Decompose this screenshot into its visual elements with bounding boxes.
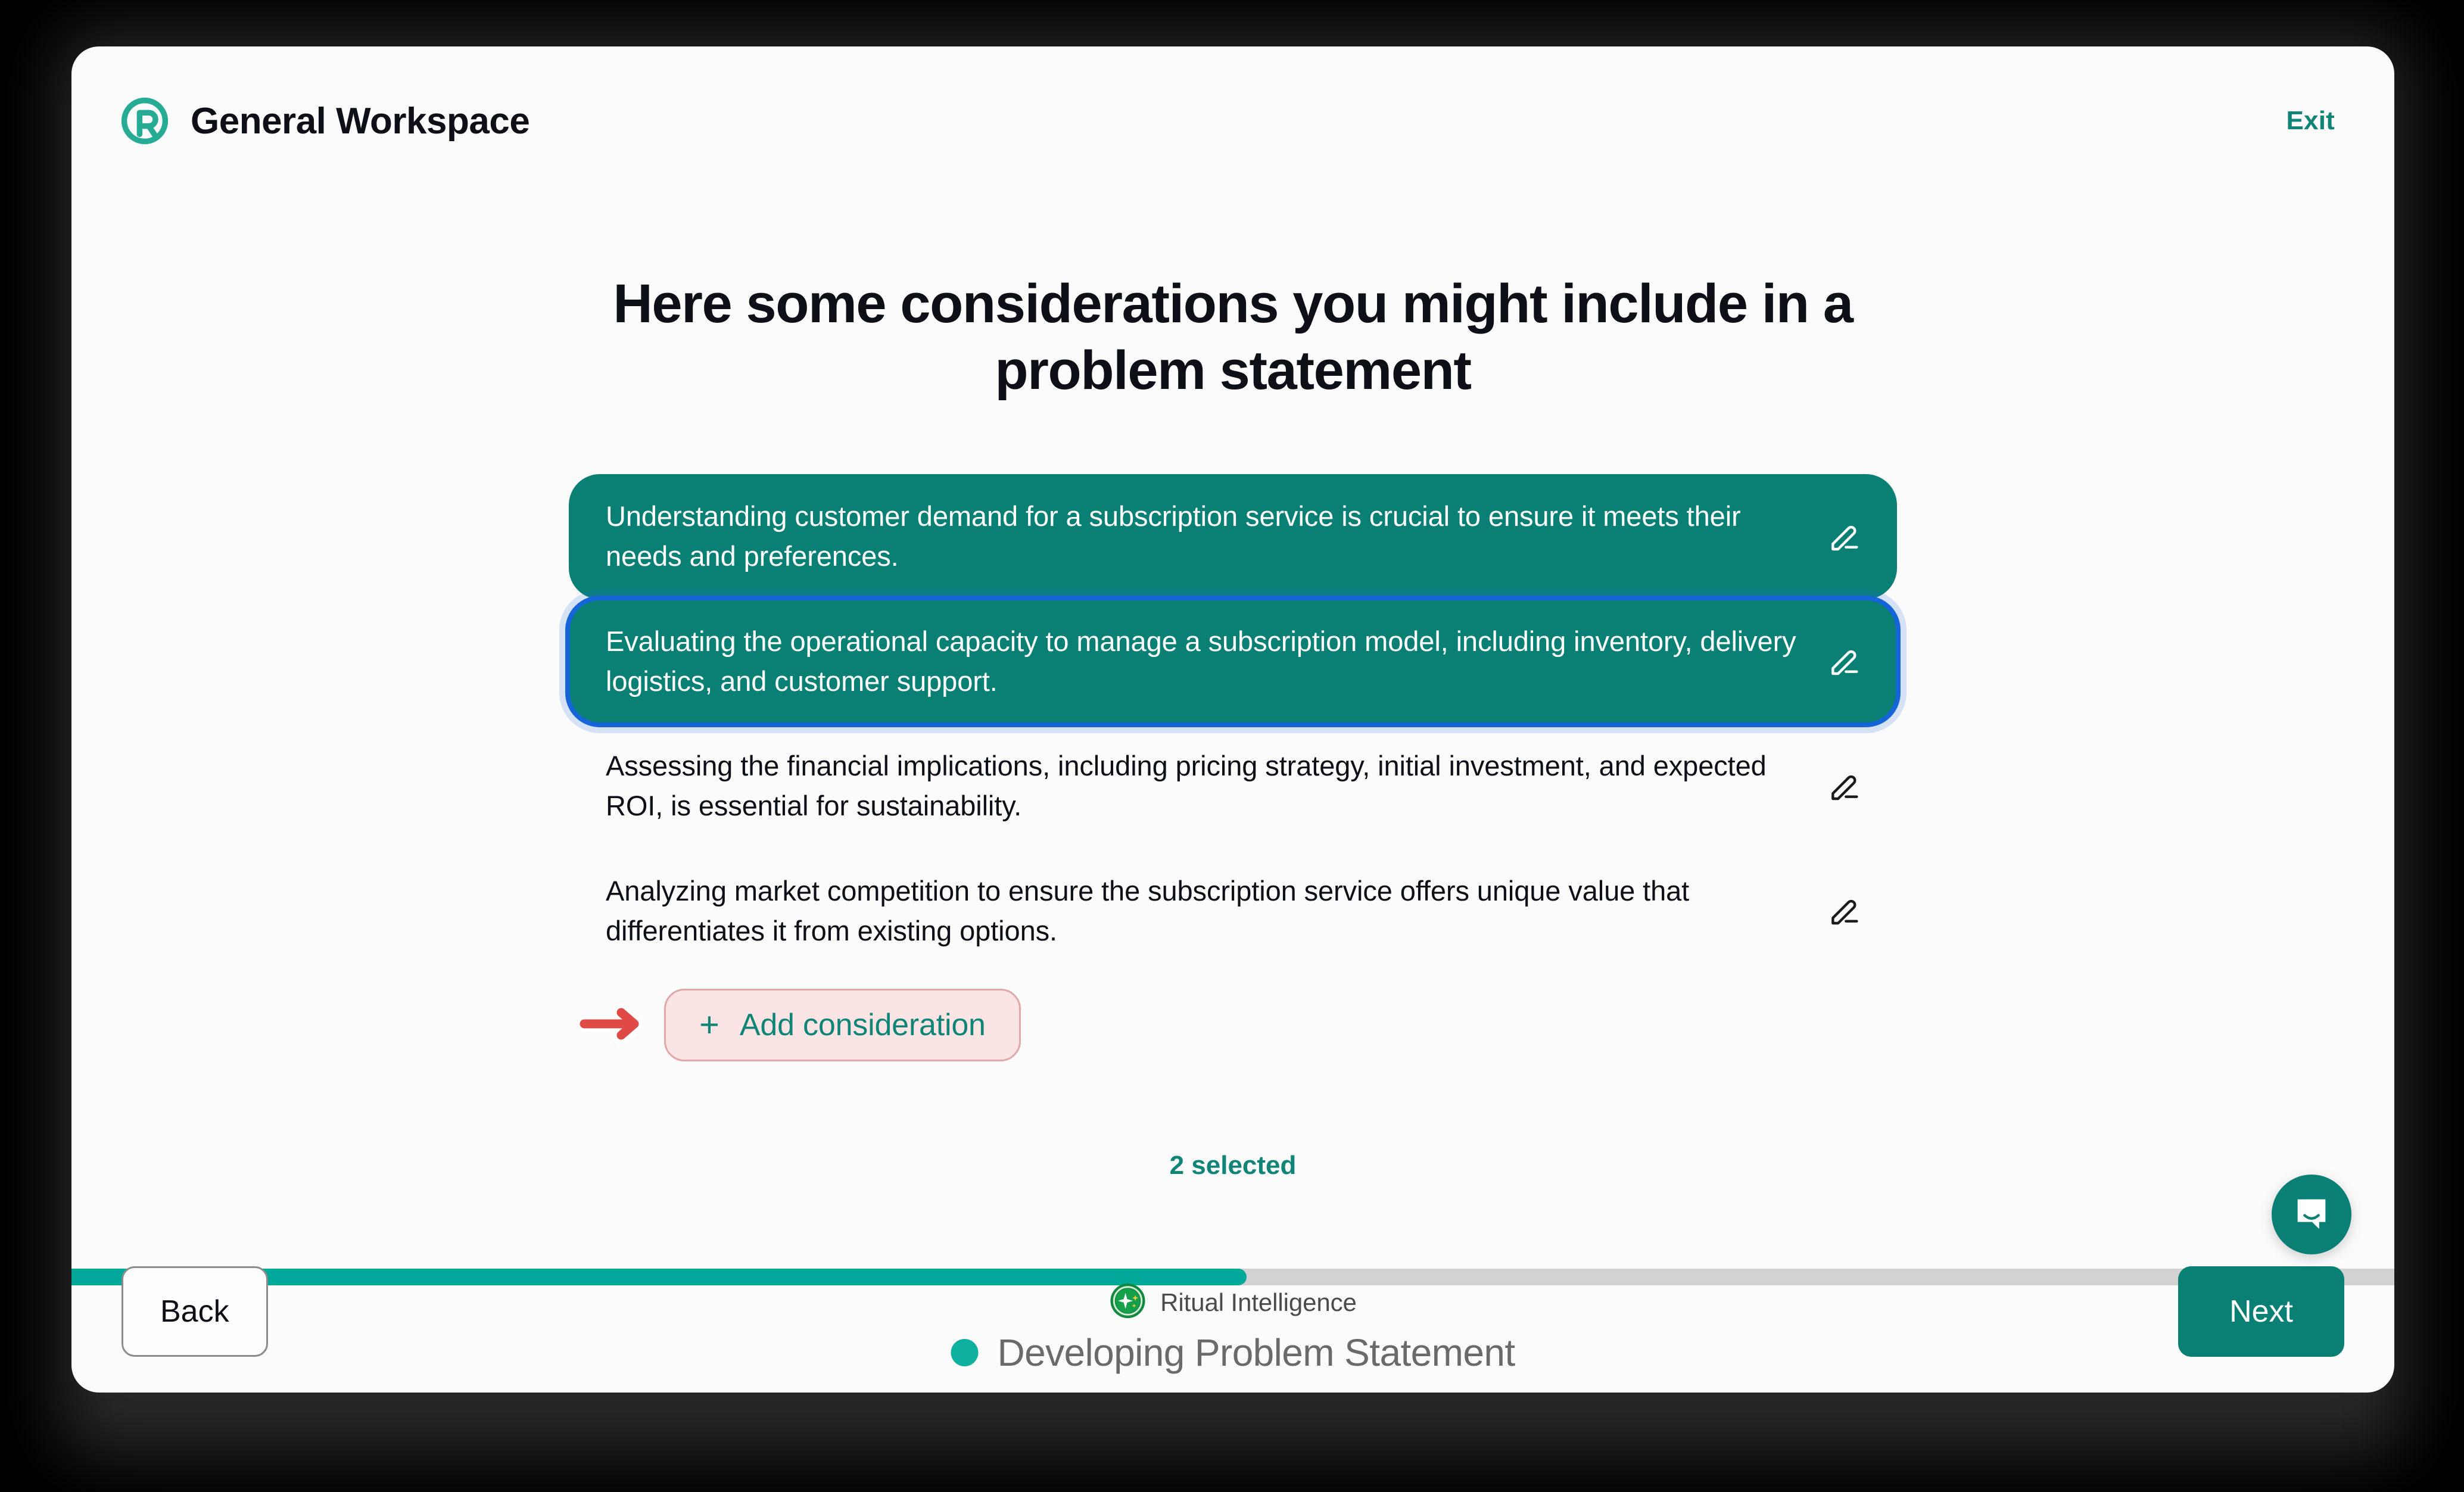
back-button[interactable]: Back xyxy=(122,1266,268,1357)
ritual-logo-icon xyxy=(119,95,170,147)
footer-center: Ritual Intelligence Developing Problem S… xyxy=(951,1282,1515,1384)
stage-row: Developing Problem Statement xyxy=(951,1331,1515,1375)
consideration-list: Understanding customer demand for a subs… xyxy=(565,474,1901,973)
stage-status-dot xyxy=(951,1339,979,1366)
sparkle-badge-icon xyxy=(1109,1282,1146,1322)
app-footer: Back Ritual Intelligence Developing Prob… xyxy=(71,1231,2394,1393)
pencil-icon[interactable] xyxy=(1827,767,1864,806)
selected-count: 2 selected xyxy=(1169,1151,1297,1180)
pencil-icon[interactable] xyxy=(1827,891,1864,931)
screen-root: General Workspace Exit Here some conside… xyxy=(0,0,2464,1492)
ritual-intelligence-row: Ritual Intelligence xyxy=(1109,1282,1357,1322)
chat-bubble-icon xyxy=(2291,1192,2332,1237)
consideration-text: Analyzing market competition to ensure t… xyxy=(606,874,1690,946)
consideration-item[interactable]: Analyzing market competition to ensure t… xyxy=(569,849,1897,973)
consideration-text: Assessing the financial implications, in… xyxy=(606,750,1767,822)
pencil-icon[interactable] xyxy=(1827,641,1864,681)
page-title: Here some considerations you might inclu… xyxy=(613,273,1854,401)
main-content: Here some considerations you might inclu… xyxy=(71,195,2394,1180)
consideration-item[interactable]: Assessing the financial implications, in… xyxy=(569,724,1897,848)
pencil-icon[interactable] xyxy=(1827,517,1864,557)
intercom-launcher-button[interactable] xyxy=(2272,1175,2351,1254)
consideration-item[interactable]: Evaluating the operational capacity to m… xyxy=(565,595,1901,728)
consideration-text: Understanding customer demand for a subs… xyxy=(606,500,1741,572)
stage-label: Developing Problem Statement xyxy=(997,1331,1515,1374)
exit-link[interactable]: Exit xyxy=(2287,106,2335,136)
brand: General Workspace xyxy=(119,95,530,147)
app-window: General Workspace Exit Here some conside… xyxy=(71,46,2394,1393)
add-consideration-button[interactable]: + Add consideration xyxy=(664,989,1021,1062)
red-arrow-icon xyxy=(575,998,664,1052)
add-consideration-label: Add consideration xyxy=(739,1008,986,1043)
add-consideration-row: + Add consideration xyxy=(569,989,1897,1062)
consideration-item[interactable]: Understanding customer demand for a subs… xyxy=(569,474,1897,599)
next-button[interactable]: Next xyxy=(2178,1266,2344,1357)
consideration-text: Evaluating the operational capacity to m… xyxy=(606,625,1796,697)
app-header: General Workspace Exit xyxy=(71,46,2394,195)
workspace-title: General Workspace xyxy=(191,100,530,142)
plus-icon: + xyxy=(699,1005,719,1045)
ritual-intelligence-label: Ritual Intelligence xyxy=(1160,1288,1357,1316)
